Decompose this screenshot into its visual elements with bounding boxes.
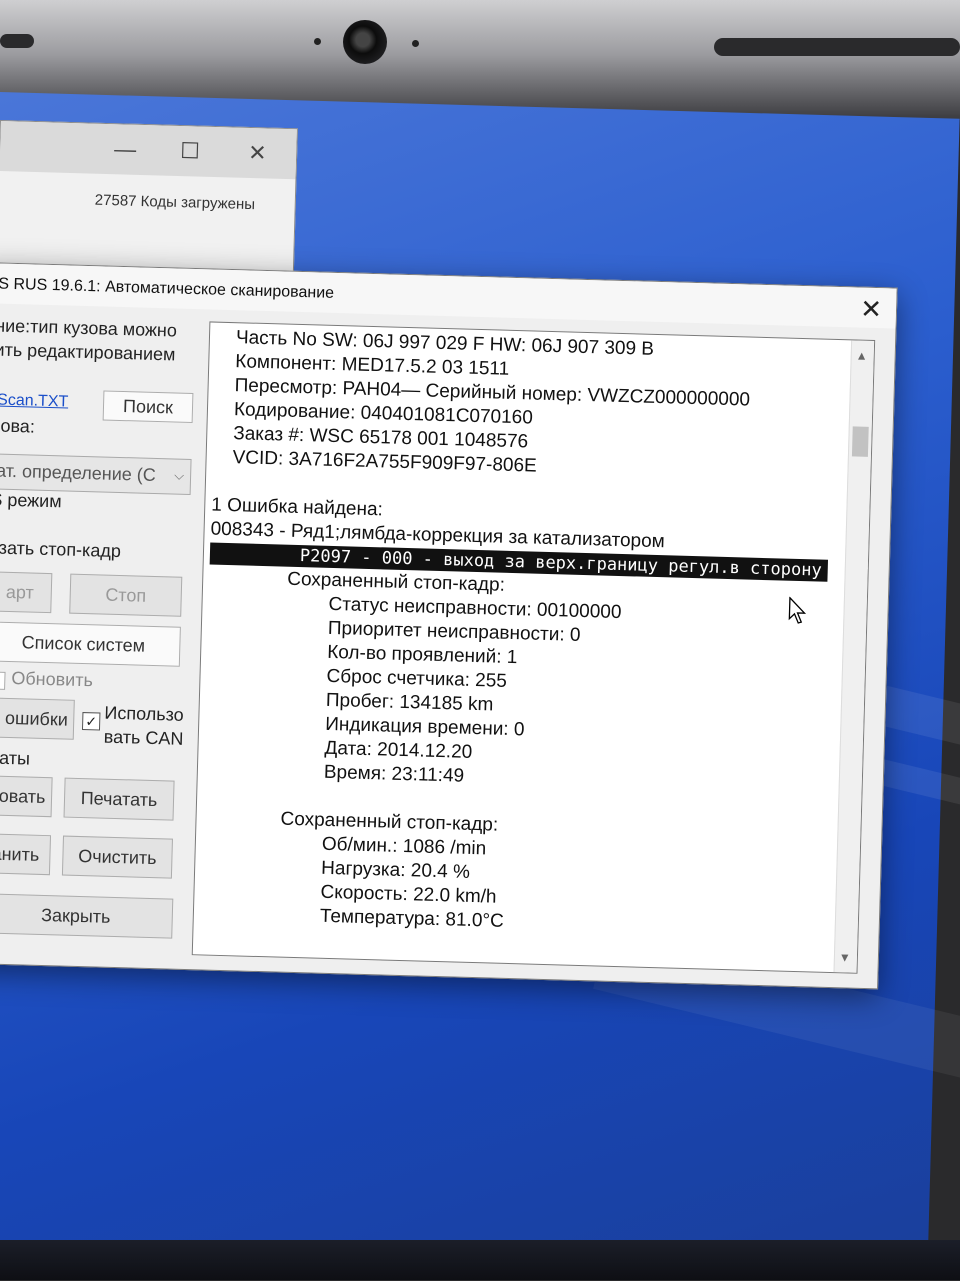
speed-line: Скорость: 22.0 km/h [320, 881, 497, 908]
background-window-titlebar[interactable]: — ☐ ✕ [0, 121, 297, 180]
use-can-checkbox[interactable]: ✓ [81, 712, 101, 731]
copy-button[interactable]: ровать [0, 775, 53, 818]
use-can-label-1: Использо [104, 702, 184, 725]
refresh-label: Обновить [11, 668, 94, 691]
close-dialog-button[interactable]: Закрыть [0, 893, 174, 939]
webcam-icon [343, 20, 387, 64]
search-button[interactable]: Поиск [102, 390, 194, 423]
use-can-label-2: вать CAN [103, 726, 184, 749]
note-line-1: ние:тип кузова можно [0, 315, 178, 341]
system-list-button[interactable]: Список систем [0, 621, 181, 667]
mode-label: S режим [0, 489, 62, 512]
note-line-2: ить редактированием [0, 339, 176, 365]
body-type-label: зова: [0, 415, 36, 437]
stop-button[interactable]: Стоп [69, 573, 183, 617]
minimize-button[interactable]: — [114, 136, 137, 163]
save-button[interactable]: анить [0, 833, 52, 876]
bezel-slot-right [714, 38, 960, 56]
show-freeze-frame-label[interactable]: азать стоп-кадр [0, 537, 121, 562]
mileage-line: Пробег: 134185 km [325, 689, 494, 716]
laptop-bottom-frame [0, 1240, 960, 1280]
body-type-select-value: ат. определение (С [0, 460, 157, 485]
dialog-close-icon[interactable]: ✕ [860, 294, 883, 326]
sensor-dot [314, 38, 321, 45]
mouse-cursor-icon [788, 596, 807, 624]
results-label: ьтаты [0, 747, 31, 769]
start-button[interactable]: арт [0, 571, 53, 614]
chevron-down-icon: ⌵ [174, 467, 185, 483]
occurrence-count-line: Кол-во проявлений: 1 [326, 641, 518, 669]
freeze-frame-header-1: Сохраненный стоп-кадр: [286, 568, 506, 596]
date-line: Дата: 2014.12.20 [324, 737, 473, 763]
scroll-down-icon[interactable]: ▼ [839, 950, 851, 964]
scroll-up-icon[interactable]: ▲ [856, 348, 868, 362]
sensor-dot [412, 40, 419, 47]
clear-button[interactable]: Очистить [61, 835, 173, 879]
scan-file-link[interactable]: Scan.TXT [0, 392, 69, 412]
print-button[interactable]: Печатать [63, 777, 175, 821]
auto-scan-dialog: S RUS 19.6.1: Автоматическое сканировани… [0, 262, 898, 990]
maximize-button[interactable]: ☐ [180, 138, 200, 165]
load-line: Нагрузка: 20.4 % [320, 857, 471, 883]
body-type-select[interactable]: ат. определение (С ⌵ [0, 453, 192, 495]
reset-counter-line: Сброс счетчика: 255 [326, 665, 508, 692]
errors-found-line: 1 Ошибка найдена: [211, 494, 384, 521]
dialog-title: S RUS 19.6.1: Автоматическое сканировани… [0, 275, 335, 302]
bezel-slot-left [0, 34, 34, 48]
close-button[interactable]: ✕ [248, 140, 267, 167]
temperature-line: Температура: 81.0°C [319, 905, 505, 932]
codes-loaded-status: 27587 Коды загружены [94, 191, 256, 214]
scan-results-textbox[interactable]: Часть No SW: 06J 997 029 F HW: 06J 907 3… [191, 321, 876, 974]
rpm-line: Об/мин.: 1086 /min [321, 833, 487, 860]
time-line: Время: 23:11:49 [323, 761, 465, 787]
freeze-frame-header-2: Сохраненный стоп-кадр: [280, 808, 499, 836]
time-indication-line: Индикация времени: 0 [324, 713, 525, 741]
scrollbar-thumb[interactable] [851, 426, 869, 457]
clear-errors-button[interactable]: ь ошибки [0, 697, 75, 740]
results-scrollbar[interactable]: ▲ ▼ [833, 340, 875, 973]
refresh-checkbox[interactable] [0, 671, 6, 690]
